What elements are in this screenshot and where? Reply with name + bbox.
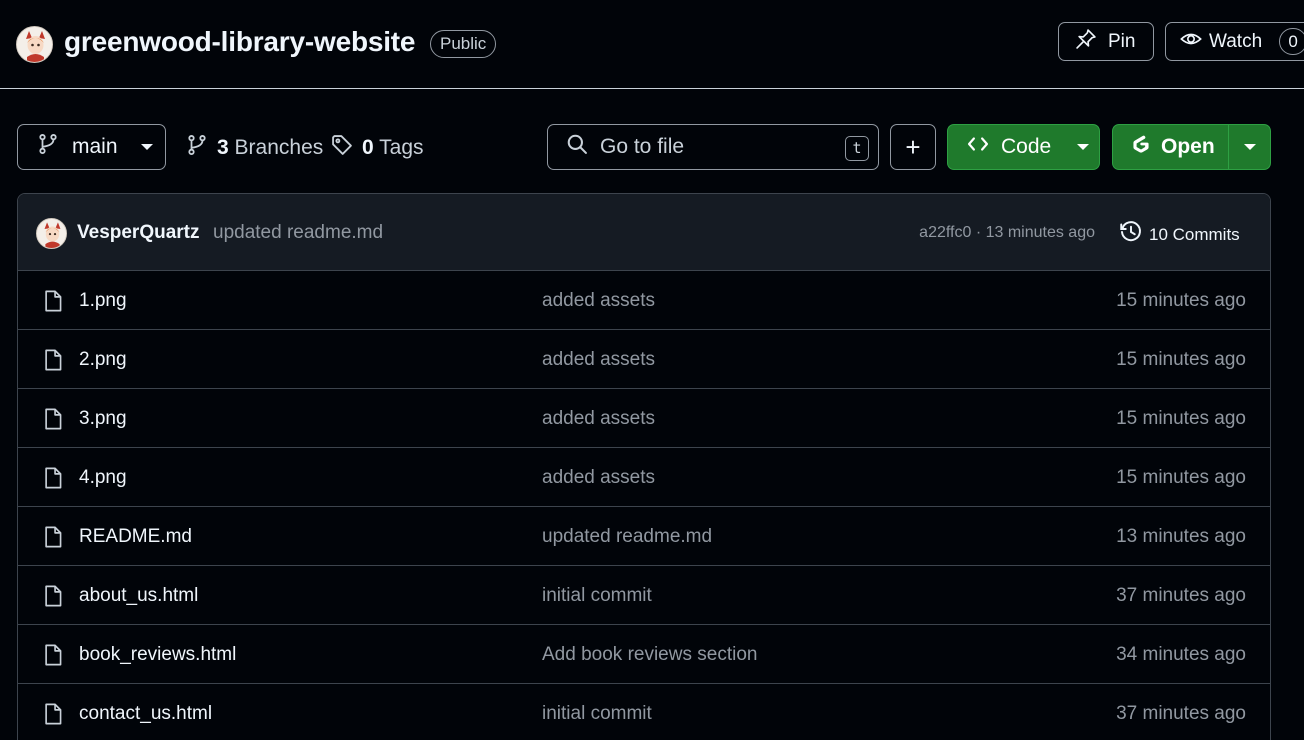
file-icon (43, 644, 63, 671)
file-icon (43, 703, 63, 730)
file-name[interactable]: README.md (79, 526, 192, 548)
file-row[interactable]: 3.png added assets 15 minutes ago (18, 389, 1270, 448)
file-commit-time: 15 minutes ago (1116, 349, 1246, 370)
file-commit-time: 15 minutes ago (1116, 290, 1246, 311)
owner-avatar[interactable] (16, 26, 53, 63)
code-button[interactable]: Code (947, 124, 1100, 170)
pin-icon (1075, 28, 1097, 56)
file-name[interactable]: 4.png (79, 467, 127, 489)
open-dropdown[interactable] (1229, 125, 1270, 169)
file-commit-time: 34 minutes ago (1116, 644, 1246, 665)
go-to-file-input[interactable]: Go to file t (547, 124, 879, 170)
file-icon (43, 467, 63, 494)
file-name[interactable]: contact_us.html (79, 703, 212, 725)
repo-header: greenwood-library-website Public Pin Wat… (0, 0, 1304, 89)
file-commit-message[interactable]: initial commit (542, 703, 652, 725)
file-commit-time: 13 minutes ago (1116, 526, 1246, 547)
watch-count: 0 (1279, 28, 1304, 55)
commit-author[interactable]: VesperQuartz (77, 222, 200, 244)
file-commit-message[interactable]: added assets (542, 290, 655, 312)
watch-button[interactable]: Watch 0 (1165, 22, 1304, 61)
file-commit-time: 37 minutes ago (1116, 585, 1246, 606)
file-name[interactable]: 3.png (79, 408, 127, 430)
file-browser: VesperQuartz updated readme.md a22ffc0 ·… (17, 193, 1271, 740)
file-row[interactable]: 2.png added assets 15 minutes ago (18, 330, 1270, 389)
branch-selector[interactable]: main (17, 124, 166, 170)
branches-link[interactable]: 3 Branches (186, 134, 323, 162)
file-icon (43, 526, 63, 553)
history-icon (1119, 220, 1143, 249)
file-icon (43, 585, 63, 612)
open-in-gitpod-button[interactable]: Open (1112, 124, 1271, 170)
latest-commit-bar: VesperQuartz updated readme.md a22ffc0 ·… (18, 194, 1270, 271)
open-label: Open (1161, 135, 1215, 158)
commit-hash-time[interactable]: a22ffc0 · 13 minutes ago (919, 224, 1095, 242)
eye-icon (1180, 28, 1202, 56)
file-commit-message[interactable]: added assets (542, 467, 655, 489)
file-row[interactable]: 4.png added assets 15 minutes ago (18, 448, 1270, 507)
file-name[interactable]: 1.png (79, 290, 127, 312)
code-label: Code (1001, 135, 1052, 158)
open-main[interactable]: Open (1113, 125, 1229, 169)
tags-count: 0 (362, 136, 374, 159)
add-file-button[interactable]: + (890, 124, 936, 170)
branches-count: 3 (217, 136, 229, 159)
file-commit-time: 37 minutes ago (1116, 703, 1246, 724)
pin-label: Pin (1108, 30, 1136, 52)
file-row[interactable]: 1.png added assets 15 minutes ago (18, 271, 1270, 330)
file-list: 1.png added assets 15 minutes ago 2.png … (18, 271, 1270, 740)
branch-name: main (72, 135, 118, 158)
search-placeholder: Go to file (600, 135, 685, 158)
file-row[interactable]: contact_us.html initial commit 37 minute… (18, 684, 1270, 740)
file-commit-message[interactable]: initial commit (542, 585, 652, 607)
file-commit-message[interactable]: added assets (542, 408, 655, 430)
git-branch-icon (37, 133, 59, 161)
file-row[interactable]: book_reviews.html Add book reviews secti… (18, 625, 1270, 684)
watch-label: Watch (1209, 30, 1263, 52)
repo-name[interactable]: greenwood-library-website (64, 26, 415, 58)
author-avatar[interactable] (36, 218, 67, 249)
tags-label: Tags (379, 136, 424, 159)
commits-link[interactable]: 10 Commits (1119, 220, 1240, 249)
plus-icon: + (905, 131, 921, 162)
file-name[interactable]: 2.png (79, 349, 127, 371)
file-commit-message[interactable]: updated readme.md (542, 526, 712, 548)
keyboard-shortcut: t (845, 136, 869, 161)
commit-message[interactable]: updated readme.md (213, 222, 383, 244)
commits-label: 10 Commits (1149, 224, 1240, 244)
file-icon (43, 349, 63, 376)
file-name[interactable]: about_us.html (79, 585, 198, 607)
chevron-down-icon (140, 144, 153, 150)
file-commit-message[interactable]: Add book reviews section (542, 644, 757, 666)
search-icon (566, 133, 588, 161)
file-commit-time: 15 minutes ago (1116, 408, 1246, 429)
chevron-down-icon (1077, 144, 1090, 150)
file-commit-time: 15 minutes ago (1116, 467, 1246, 488)
branches-label: Branches (234, 136, 324, 159)
visibility-badge: Public (430, 30, 497, 58)
file-name[interactable]: book_reviews.html (79, 644, 236, 666)
tags-link[interactable]: 0 Tags (331, 134, 424, 162)
file-icon (43, 290, 63, 317)
git-branch-icon (186, 134, 208, 162)
code-icon (967, 133, 989, 161)
file-row[interactable]: README.md updated readme.md 13 minutes a… (18, 507, 1270, 566)
file-commit-message[interactable]: added assets (542, 349, 655, 371)
chevron-down-icon (1243, 144, 1256, 150)
tag-icon (331, 134, 353, 162)
pin-button[interactable]: Pin (1058, 22, 1154, 61)
gitpod-icon (1130, 133, 1152, 161)
file-icon (43, 408, 63, 435)
file-row[interactable]: about_us.html initial commit 37 minutes … (18, 566, 1270, 625)
